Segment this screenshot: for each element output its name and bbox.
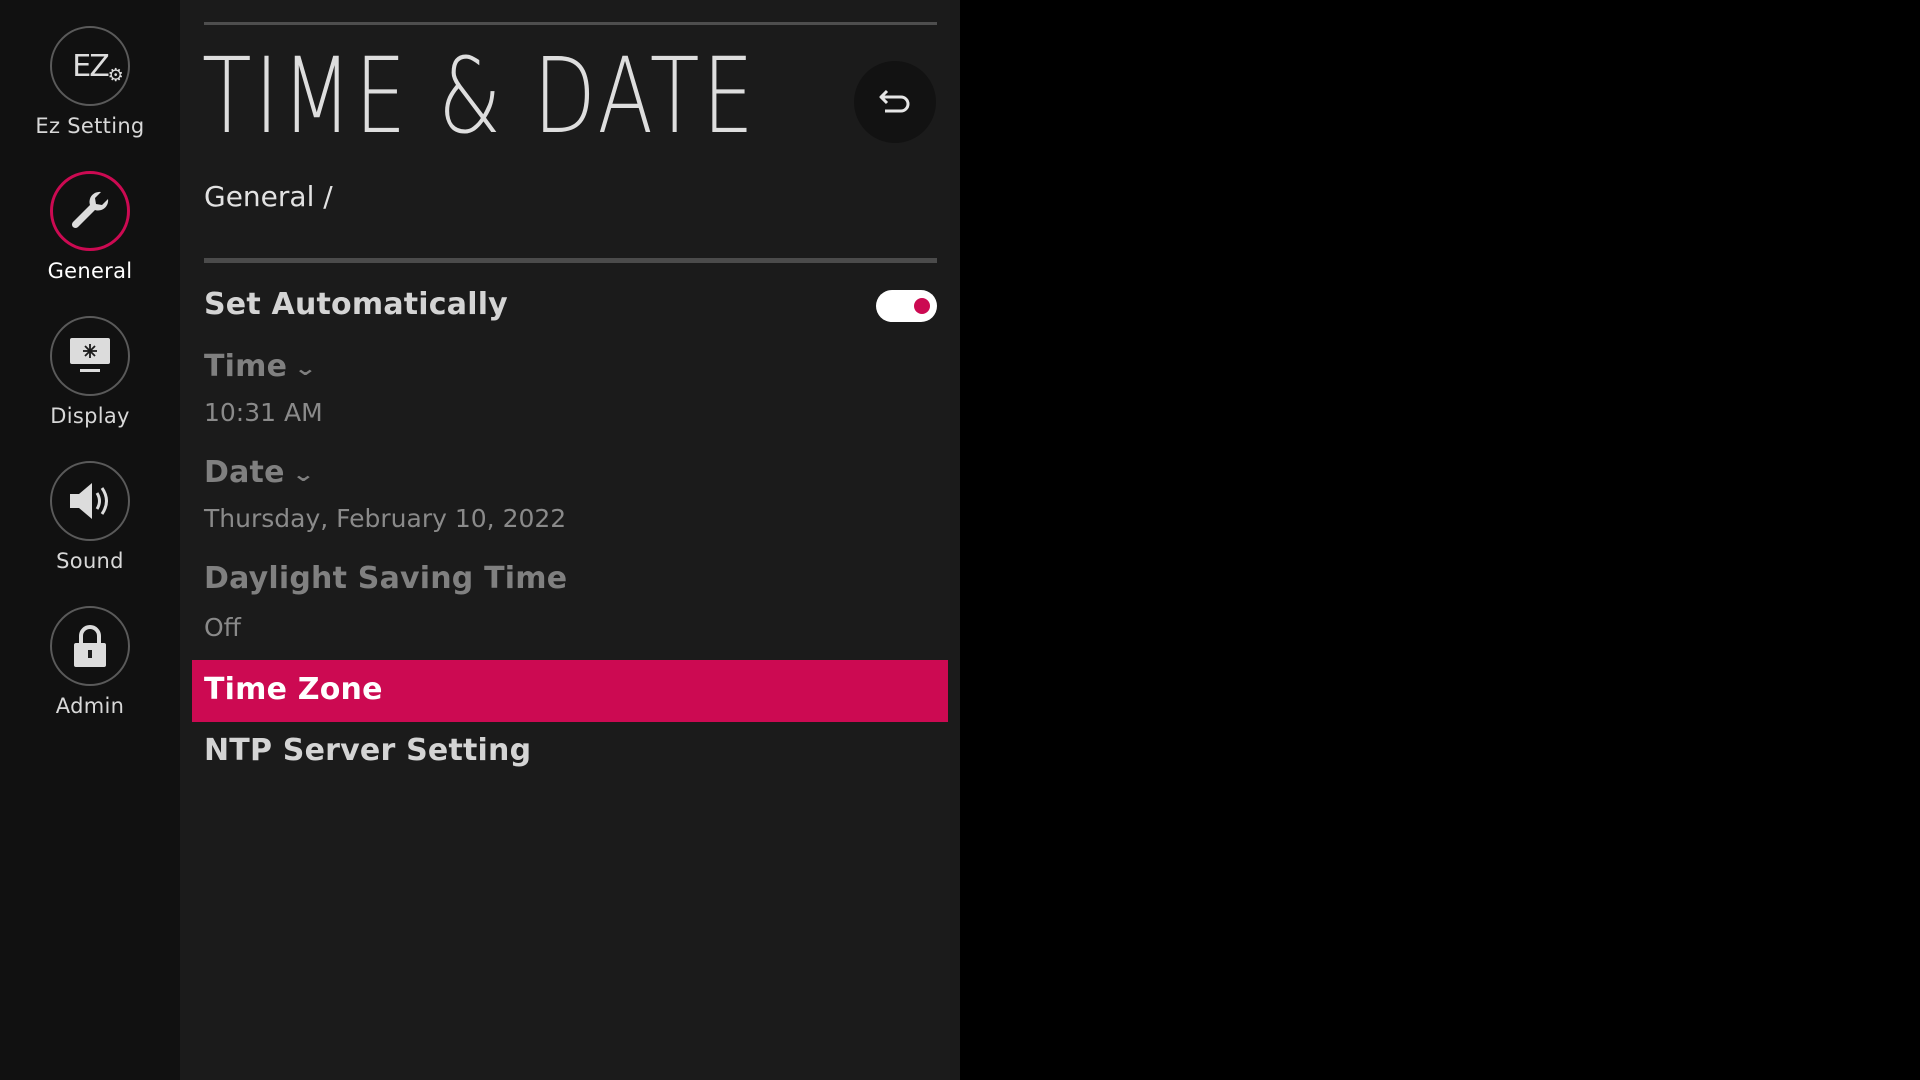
ez-setting-button[interactable]: EZ ⚙ [50, 26, 130, 106]
wrench-icon [71, 191, 109, 229]
date-label: Date [204, 455, 285, 490]
admin-button[interactable] [50, 606, 130, 686]
speaker-icon [70, 483, 108, 519]
ez-setting-icon: EZ ⚙ [72, 48, 124, 86]
date-value: Thursday, February 10, 2022 [204, 504, 567, 533]
time-zone-label: Time Zone [204, 672, 383, 707]
settings-panel: TIME & DATE General / Set Automatically … [180, 0, 960, 1080]
time-zone-item[interactable]: Time Zone [192, 660, 948, 722]
rail-item-sound[interactable]: Sound [0, 461, 180, 573]
page-title: TIME & DATE [202, 35, 757, 157]
sound-button[interactable] [50, 461, 130, 541]
daylight-saving-value: Off [204, 613, 241, 642]
rail-label-display: Display [50, 404, 130, 428]
rail-item-general[interactable]: General [0, 171, 180, 283]
rail-item-ez-setting[interactable]: EZ ⚙ Ez Setting [0, 26, 180, 138]
time-label: Time [204, 349, 288, 384]
time-item[interactable]: Time ⌄ [204, 349, 317, 384]
lock-icon [74, 625, 106, 667]
chevron-down-icon: ⌄ [293, 355, 318, 380]
top-divider [204, 22, 937, 25]
rail-label-general: General [47, 259, 133, 283]
chevron-down-icon: ⌄ [291, 461, 316, 486]
daylight-saving-label[interactable]: Daylight Saving Time [204, 561, 567, 596]
display-icon [70, 338, 110, 372]
general-button[interactable] [50, 171, 130, 251]
header-divider [204, 258, 937, 263]
rail-item-display[interactable]: Display [0, 316, 180, 428]
back-button[interactable] [854, 61, 936, 143]
breadcrumb: General / [204, 180, 333, 213]
ntp-server-setting-item[interactable]: NTP Server Setting [204, 733, 531, 768]
set-automatically-label: Set Automatically [204, 287, 508, 322]
rail-label-ez-setting: Ez Setting [35, 114, 145, 138]
rail-label-admin: Admin [55, 694, 125, 718]
toggle-knob [914, 298, 930, 314]
rail-label-sound: Sound [56, 549, 124, 573]
time-value: 10:31 AM [204, 398, 323, 427]
back-arrow-icon [879, 89, 910, 113]
date-item[interactable]: Date ⌄ [204, 455, 316, 490]
display-button[interactable] [50, 316, 130, 396]
set-automatically-toggle[interactable] [876, 290, 937, 322]
category-rail: EZ ⚙ Ez Setting General Display Sound Ad… [0, 0, 180, 1080]
rail-item-admin[interactable]: Admin [0, 606, 180, 718]
